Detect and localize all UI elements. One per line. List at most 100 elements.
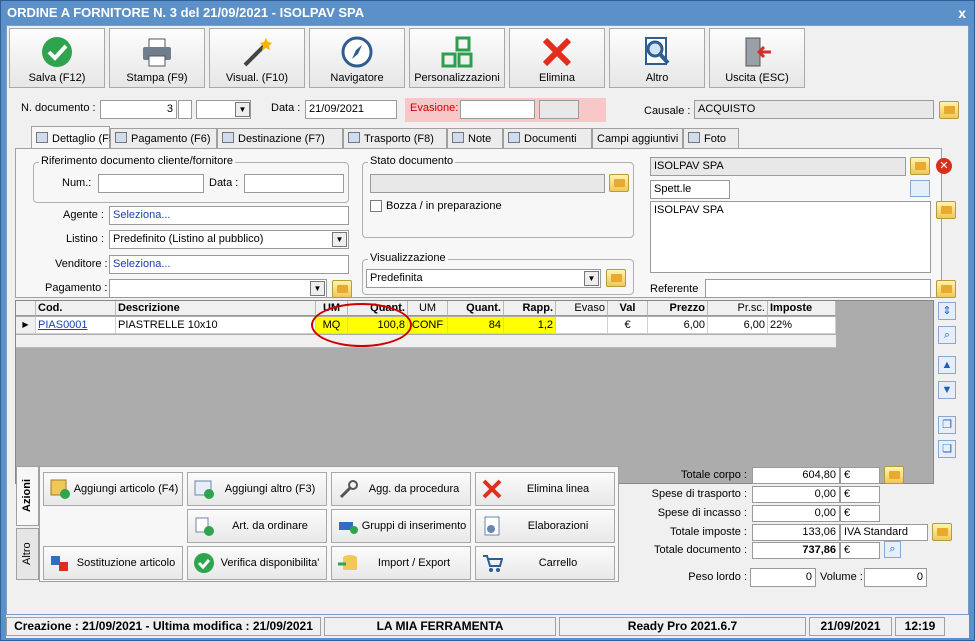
close-icon[interactable]: x	[958, 1, 966, 25]
tab-dettaglio[interactable]: Dettaglio (F5)	[31, 126, 119, 150]
cart-button[interactable]: Carrello	[475, 546, 615, 580]
spett-field[interactable]: Spett.le	[650, 180, 730, 199]
tab-pagamento[interactable]: Pagamento (F6)	[110, 128, 217, 150]
customize-button[interactable]: Personalizzazioni	[409, 28, 505, 88]
chevron-down-icon[interactable]: ▼	[235, 102, 250, 117]
folder-icon[interactable]	[332, 280, 352, 298]
articles-to-order-button[interactable]: Art. da ordinare	[187, 509, 327, 543]
exit-button[interactable]: Uscita (ESC)	[709, 28, 805, 88]
stato-field[interactable]	[370, 174, 605, 193]
navigator-button[interactable]: Navigatore	[309, 28, 405, 88]
verify-availability-button[interactable]: Verifica disponibilita'	[187, 546, 327, 580]
iva-field[interactable]: IVA Standard	[840, 524, 928, 541]
peso-field[interactable]: 0	[750, 568, 816, 587]
zoom-icon[interactable]: ⌕	[884, 541, 901, 558]
delete-line-button[interactable]: Elimina linea	[475, 472, 615, 506]
rif-data-field[interactable]	[244, 174, 344, 193]
import-export-button[interactable]: Import / Export	[331, 546, 471, 580]
listino-select[interactable]: Predefinito (Listino al pubblico)	[109, 230, 349, 249]
col-um2[interactable]: UM	[408, 301, 448, 316]
evasione-field[interactable]	[460, 100, 535, 119]
tab-trasporto[interactable]: Trasporto (F8)	[343, 128, 447, 150]
insert-groups-button[interactable]: Gruppi di inserimento	[331, 509, 471, 543]
paste-icon[interactable]: ❏	[938, 440, 956, 458]
other-button[interactable]: Altro	[609, 28, 705, 88]
cell-prezzo[interactable]: 6,00	[648, 317, 708, 334]
n-documento-field[interactable]: 3	[100, 100, 177, 119]
col-pr-sc[interactable]: Pr.sc.	[708, 301, 768, 316]
processing-button[interactable]: Elaborazioni	[475, 509, 615, 543]
save-button[interactable]: Salva (F12)	[9, 28, 105, 88]
totale-corpo-field[interactable]: 604,80	[752, 467, 840, 484]
replace-article-button[interactable]: Sostituzione articolo	[43, 546, 183, 580]
cell-cod[interactable]: PIAS0001	[36, 317, 116, 334]
add-other-button[interactable]: Aggiungi altro (F3)	[187, 472, 327, 506]
grid-new-row[interactable]	[16, 335, 836, 348]
folder-icon[interactable]	[609, 174, 629, 192]
folder-icon[interactable]	[936, 280, 956, 298]
referente-field[interactable]	[705, 279, 931, 298]
tab-destinazione[interactable]: Destinazione (F7)	[217, 128, 343, 150]
col-evaso[interactable]: Evaso	[556, 301, 608, 316]
col-imposte[interactable]: Imposte	[768, 301, 836, 316]
row-selector-icon[interactable]: ▶	[16, 317, 36, 334]
zoom-icon[interactable]: ⌕	[938, 326, 956, 344]
n-documento-spin[interactable]	[178, 100, 192, 119]
cell-imposte[interactable]: 22%	[768, 317, 836, 334]
chevron-down-icon[interactable]: ▼	[332, 232, 347, 247]
col-quant2[interactable]: Quant.	[448, 301, 504, 316]
folder-icon[interactable]	[884, 466, 904, 484]
person-icon[interactable]	[910, 180, 930, 197]
agente-field[interactable]: Seleziona...	[109, 206, 349, 225]
col-prezzo[interactable]: Prezzo	[648, 301, 708, 316]
copy-icon[interactable]: ❐	[938, 416, 956, 434]
indirizzo-field[interactable]: ISOLPAV SPA	[650, 201, 931, 273]
add-from-procedure-button[interactable]: Agg. da procedura	[331, 472, 471, 506]
volume-field[interactable]: 0	[864, 568, 927, 587]
arrow-down-icon[interactable]: ▼	[938, 381, 956, 399]
tab-foto[interactable]: Foto	[683, 128, 739, 150]
num-field[interactable]	[98, 174, 204, 193]
move-updown-icon[interactable]: ⇕	[938, 302, 956, 320]
pagamento-select[interactable]	[109, 279, 327, 298]
print-button[interactable]: Stampa (F9)	[109, 28, 205, 88]
tab-note[interactable]: Note	[447, 128, 503, 150]
data-field[interactable]: 21/09/2021	[305, 100, 397, 119]
folder-icon[interactable]	[936, 201, 956, 219]
remove-icon[interactable]: ✕	[936, 158, 952, 174]
cell-rapp[interactable]: 1,2	[504, 317, 556, 334]
fornitore-field[interactable]: ISOLPAV SPA	[650, 157, 906, 176]
visualizzazione-select[interactable]: Predefinita	[366, 269, 601, 288]
cell-quant2[interactable]: 84	[448, 317, 504, 334]
cell-pr-sc[interactable]: 6,00	[708, 317, 768, 334]
trasporto-field[interactable]: 0,00	[752, 486, 840, 503]
folder-icon[interactable]	[606, 269, 626, 287]
col-cod[interactable]: Cod.	[36, 301, 116, 316]
delete-button[interactable]: Elimina	[509, 28, 605, 88]
cell-evaso[interactable]	[556, 317, 608, 334]
bozza-checkbox[interactable]	[370, 200, 382, 212]
col-rapp[interactable]: Rapp.	[504, 301, 556, 316]
cell-um2[interactable]: CONF	[408, 317, 448, 334]
tab-campi-aggiuntivi[interactable]: Campi aggiuntivi	[592, 128, 683, 150]
evasione-extra-field[interactable]	[539, 100, 579, 119]
incasso-field[interactable]: 0,00	[752, 505, 840, 522]
col-descrizione[interactable]: Descrizione	[116, 301, 316, 316]
totale-documento-field[interactable]: 737,86	[752, 542, 840, 559]
imposte-field[interactable]: 133,06	[752, 524, 840, 541]
cell-descrizione[interactable]: PIASTRELLE 10x10	[116, 317, 316, 334]
folder-icon[interactable]	[932, 523, 952, 541]
tab-documenti[interactable]: Documenti	[503, 128, 592, 150]
add-article-button[interactable]: Aggiungi articolo (F4)	[43, 472, 183, 506]
venditore-field[interactable]: Seleziona...	[109, 255, 349, 274]
folder-icon[interactable]	[910, 157, 930, 175]
chevron-down-icon[interactable]: ▼	[310, 281, 325, 296]
preview-button[interactable]: Visual. (F10)	[209, 28, 305, 88]
arrow-up-icon[interactable]: ▲	[938, 356, 956, 374]
chevron-down-icon[interactable]: ▼	[584, 271, 599, 286]
causale-field[interactable]: ACQUISTO	[694, 100, 934, 119]
folder-icon[interactable]	[939, 101, 959, 119]
side-tab-azioni[interactable]: Azioni	[16, 466, 39, 526]
col-val[interactable]: Val	[608, 301, 648, 316]
cell-val[interactable]: €	[608, 317, 648, 334]
